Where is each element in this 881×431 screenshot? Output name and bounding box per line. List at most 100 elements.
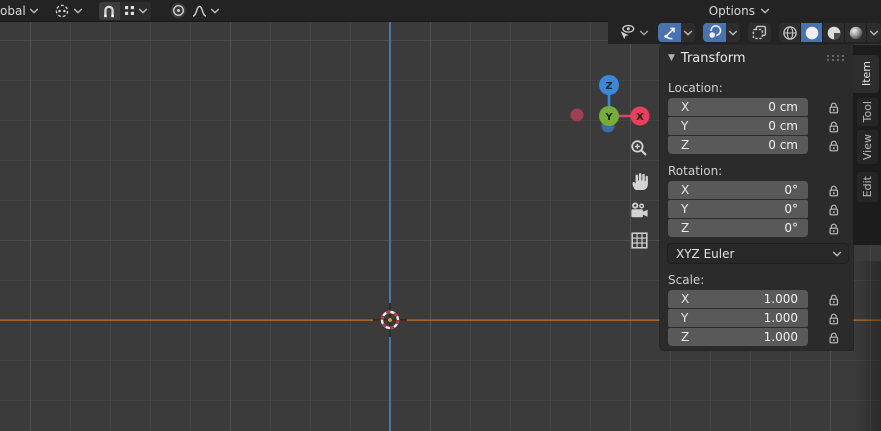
axis-label: X [681, 183, 690, 197]
rotation-z-field[interactable]: Z 0° [668, 219, 808, 237]
shading-solid-button[interactable] [801, 23, 822, 42]
transform-orientation-dropdown[interactable]: obal [0, 2, 39, 20]
axis-value: 0° [784, 202, 798, 216]
location-label: Location: [668, 81, 723, 95]
viewport-header-right [608, 21, 881, 44]
rotation-mode-value: XYZ Euler [676, 246, 735, 261]
scale-y-field[interactable]: Y 1.000 [668, 309, 808, 327]
tab-item-label: Item [859, 61, 873, 87]
proportional-editing-controls [169, 2, 220, 20]
z-axis-line [389, 21, 391, 431]
viewport-header: obal Options [0, 0, 881, 22]
scale-x-row: X 1.000 [668, 290, 853, 308]
axis-value: 1.000 [763, 330, 798, 344]
lock-icon[interactable] [827, 331, 840, 344]
overlays-dropdown[interactable] [726, 23, 740, 42]
rotation-y-row: Y 0° [668, 200, 853, 218]
object-type-visibility-button[interactable] [615, 23, 637, 42]
chevron-down-icon [683, 29, 693, 36]
gizmo-negative-x-ball[interactable] [570, 108, 584, 122]
rotation-y-field[interactable]: Y 0° [668, 200, 808, 218]
axis-label: Z [681, 221, 690, 235]
falloff-curve-icon[interactable] [192, 5, 207, 17]
axis-label: X [681, 100, 690, 114]
toggle-orthographic-button[interactable] [624, 225, 654, 255]
transform-panel-header[interactable]: ▼ Transform [660, 45, 853, 71]
rotation-x-field[interactable]: X 0° [668, 181, 808, 199]
pointer-eye-icon [618, 24, 635, 41]
panel-grip-icon[interactable] [826, 54, 845, 62]
lock-icon[interactable] [827, 222, 840, 235]
shading-mode-group [779, 23, 881, 42]
axis-value: 0 cm [768, 119, 798, 133]
lock-icon[interactable] [827, 139, 840, 152]
tab-view[interactable]: View [857, 130, 878, 164]
lock-icon[interactable] [827, 101, 840, 114]
shading-material-preview-button[interactable] [823, 23, 844, 42]
location-rows: X 0 cm Y 0 cm Z 0 cm [660, 98, 853, 154]
wireframe-sphere-icon [782, 25, 797, 40]
proportional-editing-toggle[interactable] [169, 2, 189, 20]
axis-label: Z [681, 330, 690, 344]
location-z-row: Z 0 cm [668, 136, 853, 154]
lock-icon[interactable] [827, 184, 840, 197]
zoom-button[interactable] [624, 133, 654, 163]
tab-tool-label: Tool [861, 101, 874, 123]
axis-label: Y [681, 311, 689, 325]
lock-icon[interactable] [827, 312, 840, 325]
chevron-down-icon [138, 7, 147, 14]
chevron-down-icon [639, 29, 648, 36]
rotation-x-row: X 0° [668, 181, 853, 199]
transform-orientation-label: obal [0, 3, 26, 18]
show-overlays-toggle[interactable] [703, 23, 726, 42]
axis-label: X [681, 292, 690, 306]
hand-icon [632, 172, 648, 190]
shading-rendered-button[interactable] [845, 23, 866, 42]
axis-value: 1.000 [763, 292, 798, 306]
rotation-mode-dropdown[interactable]: XYZ Euler [668, 244, 848, 263]
chevron-down-icon [869, 29, 879, 36]
collapse-triangle-icon: ▼ [668, 53, 675, 63]
snap-settings-dropdown[interactable] [119, 1, 151, 20]
gizmo-x-label: X [636, 112, 644, 123]
location-y-field[interactable]: Y 0 cm [668, 117, 808, 135]
scale-z-row: Z 1.000 [668, 328, 853, 346]
options-dropdown[interactable]: Options [705, 2, 774, 20]
overlays-icon [707, 25, 722, 40]
location-x-field[interactable]: X 0 cm [668, 98, 808, 116]
axis-value: 0° [784, 221, 798, 235]
tab-edit[interactable]: Edit [857, 172, 878, 202]
location-x-row: X 0 cm [668, 98, 853, 116]
lock-icon[interactable] [827, 203, 840, 216]
snap-toggle-button[interactable] [98, 1, 120, 20]
3d-cursor [373, 303, 407, 337]
axis-label: Z [681, 138, 690, 152]
shading-wireframe-button[interactable] [779, 23, 800, 42]
transform-panel: ▼ Transform Location: X 0 cm Y 0 cm Z 0 … [660, 45, 853, 350]
pan-button[interactable] [624, 165, 654, 195]
lock-icon[interactable] [827, 120, 840, 133]
axis-value: 0 cm [768, 138, 798, 152]
scale-z-field[interactable]: Z 1.000 [668, 328, 808, 346]
toggle-xray-button[interactable] [748, 23, 771, 42]
navigation-axis-gizmo[interactable]: Z Y X [563, 48, 659, 144]
show-gizmos-toggle[interactable] [658, 23, 681, 42]
solid-sphere-icon [805, 26, 818, 39]
grid-icon [630, 231, 648, 249]
scale-x-field[interactable]: X 1.000 [668, 290, 808, 308]
tab-item[interactable]: Item [853, 55, 879, 93]
camera-view-button[interactable] [624, 196, 654, 226]
object-type-visibility-chevron[interactable] [637, 23, 650, 42]
pivot-point-dropdown[interactable] [54, 2, 83, 20]
tab-tool[interactable]: Tool [857, 98, 878, 126]
shading-dropdown[interactable] [867, 23, 881, 42]
snap-increment-icon [124, 6, 134, 15]
gizmos-dropdown[interactable] [681, 23, 695, 42]
location-z-field[interactable]: Z 0 cm [668, 136, 808, 154]
pivot-point-icon [55, 4, 68, 17]
tab-view-label: View [861, 133, 874, 161]
chevron-down-icon [760, 7, 770, 14]
axis-label: Y [681, 119, 689, 133]
lock-icon[interactable] [827, 293, 840, 306]
material-sphere-icon [827, 26, 840, 39]
